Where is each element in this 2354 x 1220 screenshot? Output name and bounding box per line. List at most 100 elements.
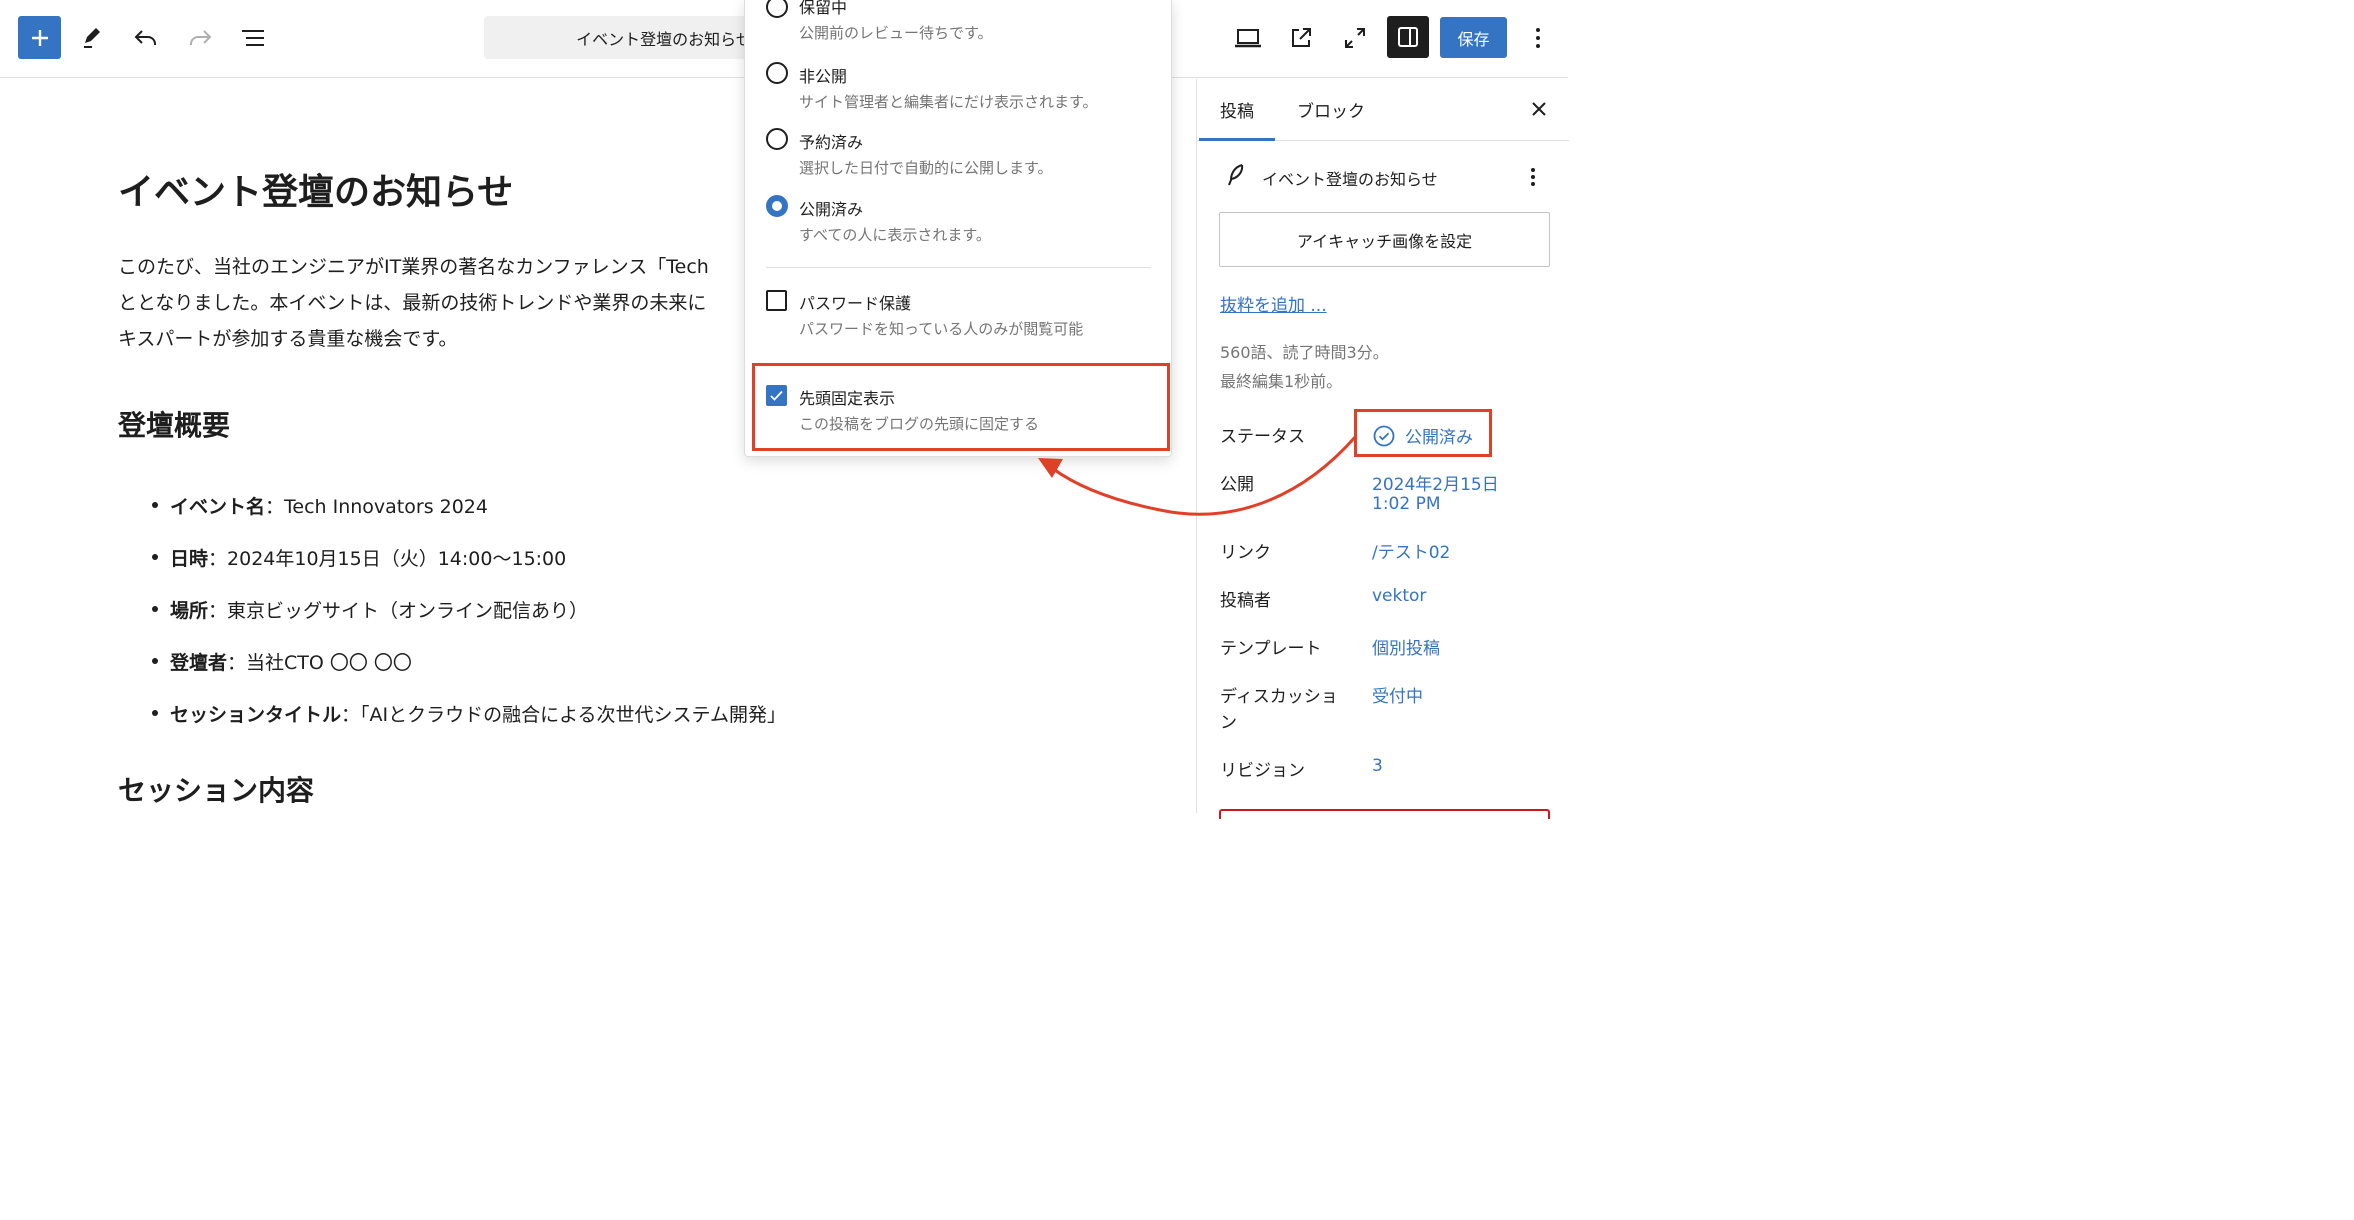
intro-line: キスパートが参加する貴重な機会です。	[118, 328, 458, 350]
view-post-button[interactable]	[1281, 18, 1321, 58]
discussion-label-wrap: ン	[1220, 713, 1237, 733]
status-highlight-box: 公開済み	[1354, 409, 1492, 457]
list-item-value: ：当社CTO 〇〇 〇〇	[227, 651, 412, 674]
status-option-desc: サイト管理者と編集者にだけ表示されます。	[799, 93, 1098, 111]
radio-button[interactable]	[766, 128, 788, 150]
more-vertical-icon[interactable]	[1523, 165, 1543, 189]
preview-button[interactable]	[1228, 18, 1268, 58]
redo-button[interactable]	[180, 18, 220, 58]
author-value[interactable]: vektor	[1372, 586, 1426, 606]
list-view-button[interactable]	[233, 18, 273, 58]
post-title[interactable]: イベント登壇のお知らせ	[118, 163, 513, 215]
author-label: 投稿者	[1220, 591, 1271, 611]
publish-time-value[interactable]: 1:02 PM	[1372, 494, 1441, 514]
add-excerpt-link[interactable]: 抜粋を追加 ...	[1220, 291, 1327, 316]
set-featured-image-button[interactable]: アイキャッチ画像を設定	[1219, 212, 1550, 267]
publish-date-value[interactable]: 2024年2月15日	[1372, 470, 1499, 495]
document-bar-title: イベント登壇のお知らせ	[576, 29, 752, 49]
active-tab-indicator	[1199, 138, 1275, 141]
event-details-list[interactable]: イベント名 ：Tech Innovators 2024 日時 ：2024年10月15…	[152, 479, 786, 739]
list-item: 登壇者 ：当社CTO 〇〇 〇〇	[152, 635, 786, 687]
more-vertical-icon	[1536, 28, 1540, 48]
list-item-value: ：東京ビッグサイト（オンライン配信あり）	[208, 599, 589, 622]
radio-button-selected[interactable]	[766, 195, 788, 217]
discussion-label: ディスカッショ	[1220, 687, 1338, 707]
feather-icon	[1228, 164, 1244, 186]
settings-sidebar-toggle[interactable]	[1387, 16, 1429, 58]
settings-sidebar: 投稿 ブロック イベント登壇のお知らせ アイキャッチ画像を設定 抜粋を追加 ..…	[1196, 79, 1569, 819]
status-label: ステータス	[1220, 427, 1305, 447]
word-count: 560語、読了時間3分。	[1220, 343, 1389, 362]
link-label: リンク	[1220, 543, 1271, 563]
password-checkbox[interactable]	[766, 290, 787, 311]
section-heading-content[interactable]: セッション内容	[118, 769, 314, 809]
publish-label: 公開	[1220, 475, 1254, 495]
published-check-icon	[1373, 425, 1395, 446]
password-label: パスワード保護	[799, 294, 912, 313]
checkmark-icon	[770, 390, 783, 401]
status-popover: 保留中 公開前のレビュー待ちです。 非公開 サイト管理者と編集者にだけ表示されま…	[744, 0, 1172, 457]
tab-block[interactable]: ブロック	[1297, 97, 1365, 122]
intro-line: ととなりました。本イベントは、最新の技術トレンドや業界の未来に	[118, 292, 707, 314]
list-item-key: 日時	[170, 547, 209, 570]
post-card-title: イベント登壇のお知らせ	[1262, 170, 1438, 189]
status-option-desc: 公開前のレビュー待ちです。	[799, 24, 993, 42]
save-button[interactable]: 保存	[1440, 17, 1507, 58]
status-value-button[interactable]: 公開済み	[1373, 423, 1473, 448]
password-desc: パスワードを知っている人のみが閲覧可能	[799, 320, 1084, 338]
fullscreen-button[interactable]	[1335, 18, 1375, 58]
close-icon[interactable]	[1527, 97, 1551, 121]
status-option-label: 非公開	[799, 67, 848, 86]
list-item: 日時 ：2024年10月15日（火）14:00〜15:00	[152, 531, 786, 583]
revisions-value[interactable]: 3	[1372, 756, 1383, 776]
undo-button[interactable]	[126, 18, 166, 58]
status-value: 公開済み	[1405, 428, 1473, 448]
section-heading-overview[interactable]: 登壇概要	[118, 404, 230, 444]
link-value[interactable]: /テスト02	[1372, 538, 1450, 563]
move-to-trash-button[interactable]	[1219, 809, 1550, 819]
status-option-label: 予約済み	[799, 133, 864, 152]
list-view-icon	[242, 30, 264, 46]
external-link-icon	[1292, 28, 1311, 47]
fullscreen-icon	[1345, 28, 1365, 48]
list-item-value: ：「AIとクラウドの融合による次世代システム開発」	[341, 703, 786, 726]
list-item: 場所 ：東京ビッグサイト（オンライン配信あり）	[152, 583, 786, 635]
list-item-key: 場所	[170, 599, 209, 622]
intro-line: このたび、当社のエンジニアがIT業界の著名なカンファレンス「Tech	[118, 256, 709, 278]
pencil-icon	[84, 28, 100, 48]
options-menu-button[interactable]	[1518, 18, 1558, 58]
revisions-label: リビジョン	[1220, 761, 1305, 781]
status-option-desc: すべての人に表示されます。	[799, 226, 991, 244]
redo-icon	[190, 30, 212, 45]
radio-button[interactable]	[766, 62, 788, 84]
document-bar[interactable]: イベント登壇のお知らせ	[484, 16, 784, 59]
list-item-value: ：Tech Innovators 2024	[265, 495, 488, 518]
plus-icon	[31, 29, 48, 46]
radio-button[interactable]	[766, 0, 788, 18]
template-value[interactable]: 個別投稿	[1372, 634, 1440, 659]
list-item: イベント名 ：Tech Innovators 2024	[152, 479, 786, 531]
sticky-label: 先頭固定表示	[799, 389, 896, 408]
list-item-key: イベント名	[170, 495, 266, 518]
status-option-label: 保留中	[799, 0, 848, 17]
list-item: セッションタイトル ：「AIとクラウドの融合による次世代システム開発」	[152, 687, 786, 739]
list-item-key: セッションタイトル	[170, 703, 342, 726]
intro-paragraph[interactable]: このたび、当社のエンジニアがIT業界の著名なカンファレンス「Tech ととなりま…	[118, 249, 758, 357]
discussion-value[interactable]: 受付中	[1372, 682, 1423, 707]
sidebar-tabs: 投稿 ブロック	[1197, 79, 1569, 141]
status-option-desc: 選択した日付で自動的に公開します。	[799, 159, 1053, 177]
undo-icon	[134, 30, 156, 45]
tools-button[interactable]	[72, 18, 112, 58]
sticky-desc: この投稿をブログの先頭に固定する	[799, 415, 1040, 433]
desktop-preview-icon	[1235, 29, 1261, 48]
list-item-key: 登壇者	[170, 651, 228, 674]
tab-post[interactable]: 投稿	[1220, 97, 1254, 122]
popover-divider	[766, 267, 1151, 268]
block-inserter-button[interactable]	[18, 16, 61, 59]
list-item-value: ：2024年10月15日（火）14:00〜15:00	[208, 547, 567, 570]
status-option-label: 公開済み	[799, 200, 864, 219]
sidebar-icon	[1398, 27, 1418, 47]
template-label: テンプレート	[1220, 639, 1322, 659]
sticky-checkbox[interactable]	[766, 385, 787, 406]
last-edited: 最終編集1秒前。	[1220, 372, 1343, 391]
